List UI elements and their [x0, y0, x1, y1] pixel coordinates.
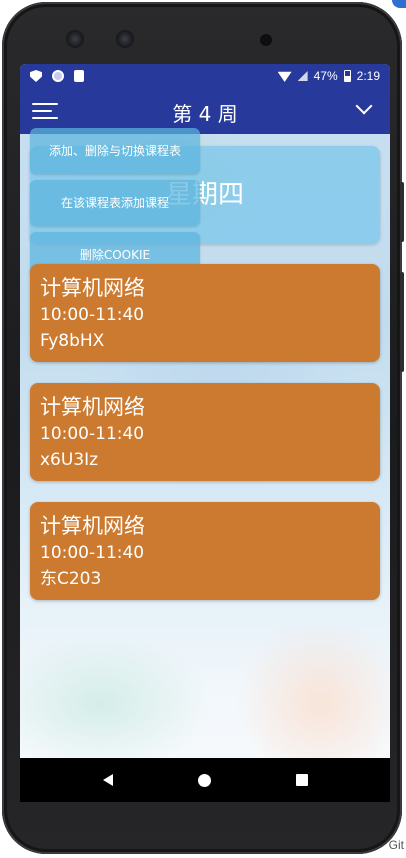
wifi-icon [277, 71, 292, 82]
front-camera-icon [66, 30, 84, 48]
signal-icon [297, 71, 308, 81]
back-icon[interactable] [102, 774, 113, 786]
course-time: 10:00-11:40 [40, 305, 145, 325]
course-name: 计算机网络 [40, 395, 145, 419]
corner-badge-icon [392, 0, 406, 8]
battery-percent: 47% [313, 69, 338, 83]
power-button [400, 272, 404, 372]
course-room: Fy8bHX [40, 331, 105, 351]
chevron-down-icon[interactable] [356, 100, 372, 116]
system-nav-bar [20, 758, 390, 802]
recent-apps-icon[interactable] [295, 774, 308, 786]
course-time: 10:00-11:40 [40, 424, 145, 444]
course-room: x6U3Iz [40, 450, 99, 470]
course-name: 计算机网络 [40, 514, 145, 538]
course-time: 10:00-11:40 [40, 543, 145, 563]
shield-icon [30, 70, 42, 82]
home-icon[interactable] [197, 773, 211, 787]
course-card[interactable]: 计算机网络 10:00-11:40 Fy8bHX [30, 264, 380, 362]
course-card[interactable]: 计算机网络 10:00-11:40 x6U3Iz [30, 383, 380, 481]
clock: 2:19 [356, 69, 380, 83]
course-room: 东C203 [40, 569, 102, 589]
course-name: 计算机网络 [40, 276, 145, 300]
sync-icon [52, 70, 64, 82]
manage-timetables-button[interactable]: 添加、删除与切换课程表 [30, 128, 200, 174]
git-label: Git [388, 838, 404, 852]
proximity-sensor-icon [260, 34, 272, 46]
status-bar: 47% 2:19 [20, 64, 390, 88]
course-card[interactable]: 计算机网络 10:00-11:40 东C203 [30, 502, 380, 600]
front-sensor-icon [116, 30, 134, 48]
volume-button [400, 182, 404, 242]
app-screen: 47% 2:19 第 4 周 星期四 添加、删除与切换课程表 在该课程表添加课程… [20, 64, 390, 802]
add-course-button[interactable]: 在该课程表添加课程 [30, 180, 200, 226]
battery-icon [343, 70, 351, 82]
sd-card-icon [74, 70, 84, 82]
phone-frame: 47% 2:19 第 4 周 星期四 添加、删除与切换课程表 在该课程表添加课程… [2, 2, 404, 854]
week-title[interactable]: 第 4 周 [20, 98, 390, 127]
